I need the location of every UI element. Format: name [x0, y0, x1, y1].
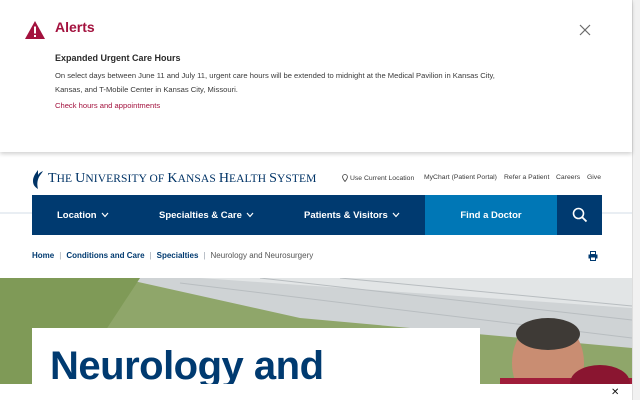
breadcrumb-separator: |: [203, 251, 206, 260]
chevron-down-icon: [101, 212, 109, 218]
use-location-link[interactable]: Use Current Location: [342, 174, 414, 182]
check-hours-link[interactable]: Check hours and appointments: [55, 101, 160, 110]
breadcrumb-separator: |: [149, 251, 152, 260]
logo-text: THE UNIVERSITY OF KANSAS HEALTH SYSTEM: [48, 171, 317, 186]
scrollbar[interactable]: [632, 0, 640, 400]
use-location-label: Use Current Location: [350, 174, 415, 182]
page-title: Neurology and: [50, 344, 324, 388]
bottom-edge: [0, 384, 632, 400]
location-pin-icon: [342, 174, 348, 182]
chevron-down-icon: [392, 212, 400, 218]
breadcrumb-current: Neurology and Neurosurgery: [210, 251, 314, 260]
print-icon[interactable]: [588, 251, 598, 261]
breadcrumb-separator: |: [59, 251, 62, 260]
refer-patient-link[interactable]: Refer a Patient: [504, 174, 549, 181]
breadcrumb-conditions[interactable]: Conditions and Care: [66, 251, 144, 260]
search-icon: [572, 207, 587, 223]
search-button[interactable]: [557, 195, 602, 235]
cursor-icon: ✕: [611, 387, 620, 398]
main-nav: Location Specialties & Care Patients & V…: [32, 195, 602, 235]
nav-item-label: Specialties & Care: [159, 209, 242, 221]
nav-item-label: Location: [57, 209, 97, 221]
breadcrumb-home[interactable]: Home: [32, 251, 54, 260]
breadcrumb: Home | Conditions and Care | Specialties…: [32, 251, 313, 260]
alert-body: On select days between June 11 and July …: [55, 71, 495, 94]
nav-item-specialties[interactable]: Specialties & Care: [159, 195, 254, 235]
mychart-link[interactable]: MyChart (Patient Portal): [424, 174, 497, 181]
give-link[interactable]: Give: [587, 174, 601, 181]
alert-panel: Alerts Expanded Urgent Care Hours On sel…: [0, 0, 632, 152]
chevron-down-icon: [246, 212, 254, 218]
alert-title: Alerts: [55, 19, 95, 35]
page: Alerts Expanded Urgent Care Hours On sel…: [0, 0, 640, 400]
nav-item-location[interactable]: Location: [57, 195, 109, 235]
warning-triangle-icon: [25, 21, 45, 39]
logo-mark-icon: [33, 169, 43, 189]
close-icon[interactable]: [578, 23, 592, 37]
nav-item-label: Patients & Visitors: [304, 209, 388, 221]
hero-banner: Neurology and: [0, 278, 632, 400]
alert-heading: Expanded Urgent Care Hours: [55, 53, 181, 63]
site-logo[interactable]: THE UNIVERSITY OF KANSAS HEALTH SYSTEM: [32, 169, 317, 189]
nav-item-patients-visitors[interactable]: Patients & Visitors: [304, 195, 400, 235]
find-doctor-button[interactable]: Find a Doctor: [425, 195, 557, 235]
breadcrumb-specialties[interactable]: Specialties: [157, 251, 199, 260]
careers-link[interactable]: Careers: [556, 174, 580, 181]
